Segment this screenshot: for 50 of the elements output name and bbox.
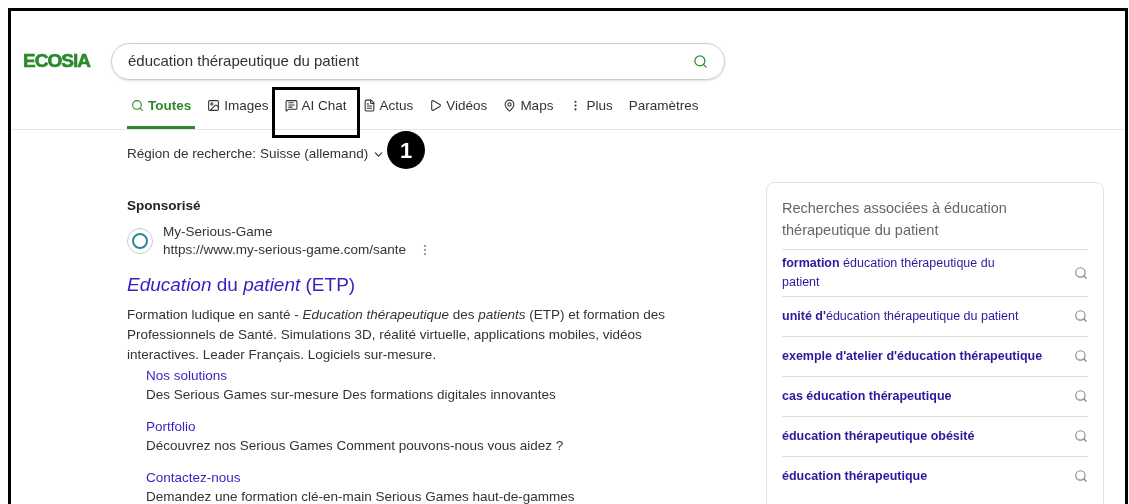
related-search-item[interactable]: éducation thérapeutique (782, 455, 1088, 496)
region-label: Région de recherche: (127, 145, 257, 163)
number-badge: 1 (387, 131, 425, 169)
tab[interactable]: Plus (565, 95, 617, 129)
play-icon (429, 99, 443, 113)
related-search-text: éducation thérapeutique obésité (782, 427, 975, 445)
region-dropdown[interactable]: Suisse (allemand) (260, 144, 386, 165)
sitelink-description: Demandez une formation clé-en-main Serious Games haut-de-gammes (146, 488, 576, 504)
tab[interactable]: Actus (358, 95, 418, 129)
related-search-item[interactable]: éducation thérapeutique obésité (782, 415, 1088, 456)
sitelink[interactable]: Contactez-nous (146, 469, 771, 487)
related-search-item[interactable]: formation éducation thérapeutique du patient (782, 249, 1088, 296)
search-icon (1074, 469, 1088, 484)
search-icon (1074, 309, 1088, 324)
related-search-text: cas éducation thérapeutique (782, 387, 952, 405)
related-search-text: unité d'éducation thérapeutique du patient (782, 307, 1019, 325)
tab[interactable]: Paramètres (624, 95, 703, 129)
related-search-item[interactable]: cas éducation thérapeutique (782, 375, 1088, 416)
result-description: Formation ludique en santé - Education thérapeutique des patients (ETP) et formation des Professionnels de Santé. Simulations 3D, réalité virtuelle, applications mobiles, vidéos interactives. Leader Français. Logiciels sur-mesure. (127, 306, 667, 364)
tab[interactable]: Images (203, 95, 273, 129)
sponsored-label: Sponsorisé (127, 197, 202, 216)
related-search-text: éducation thérapeutique (782, 467, 928, 485)
tab[interactable]: Maps (499, 95, 558, 129)
search-icon (1074, 266, 1088, 280)
related-search-item[interactable]: exemple d'atelier d'éducation thérapeutique (782, 335, 1088, 376)
related-searches-title: Recherches associées à éducation thérapeutique du patient (782, 199, 1008, 241)
related-search-text: formation éducation thérapeutique du patient (782, 255, 996, 291)
search-icon[interactable] (693, 54, 708, 69)
tab[interactable]: AI Chat (280, 95, 351, 129)
search-field[interactable]: éducation thérapeutique du patient (128, 50, 693, 73)
site-url: https://www.my-serious-game.com/sante (163, 240, 407, 259)
related-search-item[interactable]: unité d'éducation thérapeutique du patient (782, 295, 1088, 336)
chat-icon (284, 99, 298, 113)
search-icon (131, 99, 144, 113)
pin-icon (503, 99, 517, 113)
search-icon (1074, 349, 1088, 364)
tab[interactable]: Toutes (127, 95, 196, 129)
sitelink-description: Découvrez nos Serious Games Comment pouvons-nous vous aidez ? (146, 437, 565, 455)
sitelink[interactable]: Nos solutions (146, 367, 771, 385)
related-search-text: exemple d'atelier d'éducation thérapeutique (782, 347, 1043, 365)
image-icon (207, 99, 221, 113)
search-icon (1074, 389, 1088, 404)
tab[interactable]: Vidéos (425, 95, 492, 129)
site-name: My-Serious-Game (163, 222, 274, 241)
document-icon (362, 99, 376, 113)
sitelink-description: Des Serious Games sur-mesure Des formations digitales innovantes (146, 386, 557, 404)
ecosia-logo[interactable]: ECOSIA (23, 47, 111, 76)
search-icon (1074, 429, 1088, 444)
result-title[interactable]: Education du patient (ETP) (127, 270, 771, 299)
sitelink[interactable]: Portfolio (146, 418, 771, 436)
